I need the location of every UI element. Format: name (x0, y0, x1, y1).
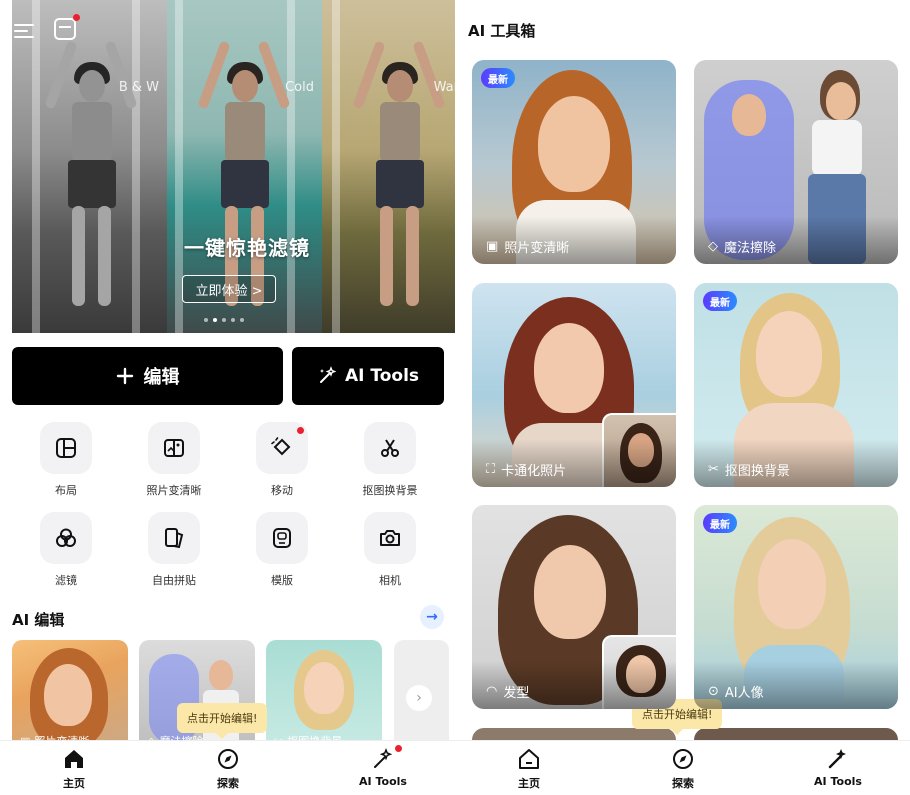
tool-label: 滤镜 (55, 574, 77, 587)
tool-label: 自由拼贴 (152, 574, 196, 587)
ai-edit-section-title: AI 编辑 (12, 611, 65, 629)
bottom-nav: 主页 探索 AI Tools (455, 740, 910, 795)
edit-button[interactable]: 编辑 (12, 347, 283, 405)
layout-icon (56, 438, 76, 458)
hairstyle-icon: ◠ (486, 684, 498, 699)
ai-tools-button-label: AI Tools (344, 366, 420, 386)
nav-explore[interactable]: 探索 (178, 747, 278, 791)
new-badge: 最新 (703, 513, 737, 533)
tool-cutout[interactable]: 抠图换背景 (336, 422, 444, 502)
tool-move[interactable]: 移动 (228, 422, 336, 502)
filter-icon (56, 528, 76, 547)
home-icon (519, 749, 539, 769)
card-label: 抠图换背景 (724, 464, 790, 479)
nav-ai-tools[interactable]: AI Tools (788, 747, 888, 788)
scissors-icon: ✂ (708, 462, 719, 477)
card-magic-erase[interactable]: ◇ 魔法擦除 (694, 60, 898, 264)
face-scan-icon: ⛶ (486, 462, 496, 477)
tool-layout[interactable]: 布局 (12, 422, 120, 502)
card-ai-portrait[interactable]: 最新 ⊙ AI人像 (694, 505, 898, 709)
portrait-icon: ⊙ (708, 684, 719, 699)
tool-label: 移动 (271, 484, 293, 497)
tool-label: 相机 (379, 574, 401, 587)
camera-icon (380, 530, 400, 546)
card-enhance[interactable]: 最新 ▣ 照片变清晰 (472, 60, 676, 264)
ai-thumb-enhance[interactable]: ▣照片变清晰 (12, 640, 128, 755)
tool-filter[interactable]: 滤镜 (12, 512, 120, 592)
nav-explore[interactable]: 探索 (633, 747, 733, 791)
nav-label: AI Tools (359, 775, 407, 788)
tool-enhance[interactable]: 照片变清晰 (120, 422, 228, 502)
card-label: 照片变清晰 (504, 241, 570, 256)
card-label: AI人像 (724, 686, 764, 701)
nav-home[interactable]: 主页 (479, 747, 579, 791)
try-now-button[interactable]: 立即体验 > (182, 275, 276, 303)
magic-wand-icon (319, 366, 337, 383)
enhance-icon (164, 439, 184, 457)
banner-strip-bw: B & W (12, 0, 167, 333)
home-icon (65, 750, 83, 768)
ai-tools-icon (374, 747, 393, 768)
ai-thumb-magic-erase[interactable]: ◇魔法擦除 (139, 640, 255, 755)
nav-home[interactable]: 主页 (24, 747, 124, 791)
tool-label: 照片变清晰 (146, 484, 202, 497)
nav-label: 探索 (672, 777, 694, 790)
arrow-right-icon[interactable]: → (420, 605, 444, 629)
ai-toolbox-screen: AI 工具箱 最新 ▣ 照片变清晰 ◇ 魔法擦除 ⛶ 卡通化照片 最新 ✂ 抠图… (455, 0, 910, 795)
nav-label: 探索 (217, 777, 239, 790)
start-edit-tooltip: 点击开始编辑! (177, 703, 268, 739)
chevron-right-icon: › (406, 685, 432, 711)
carousel-dots (204, 318, 244, 322)
tool-freestyle[interactable]: 自由拼贴 (120, 512, 228, 592)
filter-tag-warm: War (433, 80, 455, 95)
ai-thumb-cutout[interactable]: ✂抠图换背景 (266, 640, 382, 755)
nav-label: 主页 (518, 777, 540, 790)
card-cartoonize[interactable]: ⛶ 卡通化照片 (472, 283, 676, 487)
bottom-nav: 主页 探索 AI Tools (0, 740, 455, 795)
tool-label: 布局 (55, 484, 77, 497)
banner-title: 一键惊艳滤镜 (184, 236, 310, 260)
tool-label: 模版 (271, 574, 293, 587)
plus-icon (116, 367, 133, 385)
ai-thumb-more[interactable]: › (394, 640, 449, 755)
cutout-icon (381, 439, 399, 457)
filter-tag-cold: Cold (285, 80, 314, 95)
explore-icon (673, 749, 693, 769)
nav-label: 主页 (63, 777, 85, 790)
page-title: AI 工具箱 (468, 22, 536, 40)
card-label: 魔法擦除 (724, 241, 777, 256)
card-label: 卡通化照片 (501, 464, 567, 479)
card-hairstyle[interactable]: ◠ 发型 (472, 505, 676, 709)
model-figure (352, 40, 446, 320)
tool-camera[interactable]: 相机 (336, 512, 444, 592)
template-icon (273, 528, 291, 548)
card-label: 发型 (503, 686, 530, 701)
banner-strip-warm: War (322, 0, 455, 333)
eraser-icon: ◇ (708, 239, 718, 254)
ai-tools-icon (828, 749, 846, 769)
freestyle-icon (165, 528, 184, 549)
image-icon: ▣ (486, 239, 499, 254)
move-icon (271, 437, 291, 456)
edit-button-label: 编辑 (143, 367, 180, 388)
notification-dot (73, 14, 80, 21)
new-badge: 最新 (703, 291, 737, 311)
nav-ai-tools[interactable]: AI Tools (333, 745, 433, 788)
card-cutout[interactable]: 最新 ✂ 抠图换背景 (694, 283, 898, 487)
tool-template[interactable]: 模版 (228, 512, 336, 592)
new-badge: 最新 (481, 68, 515, 88)
filter-tag-bw: B & W (118, 80, 159, 95)
tool-label: 抠图换背景 (362, 484, 418, 497)
ai-tools-button[interactable]: AI Tools (292, 347, 444, 405)
home-screen: B & W Cold War 一键惊艳滤镜 立即体验 > 编辑 (0, 0, 455, 795)
filter-banner[interactable]: B & W Cold War 一键惊艳滤镜 立即体验 > (12, 0, 455, 333)
nav-label: AI Tools (814, 775, 862, 788)
store-icon[interactable] (54, 18, 76, 40)
menu-icon[interactable] (14, 22, 36, 40)
explore-icon (218, 749, 238, 769)
